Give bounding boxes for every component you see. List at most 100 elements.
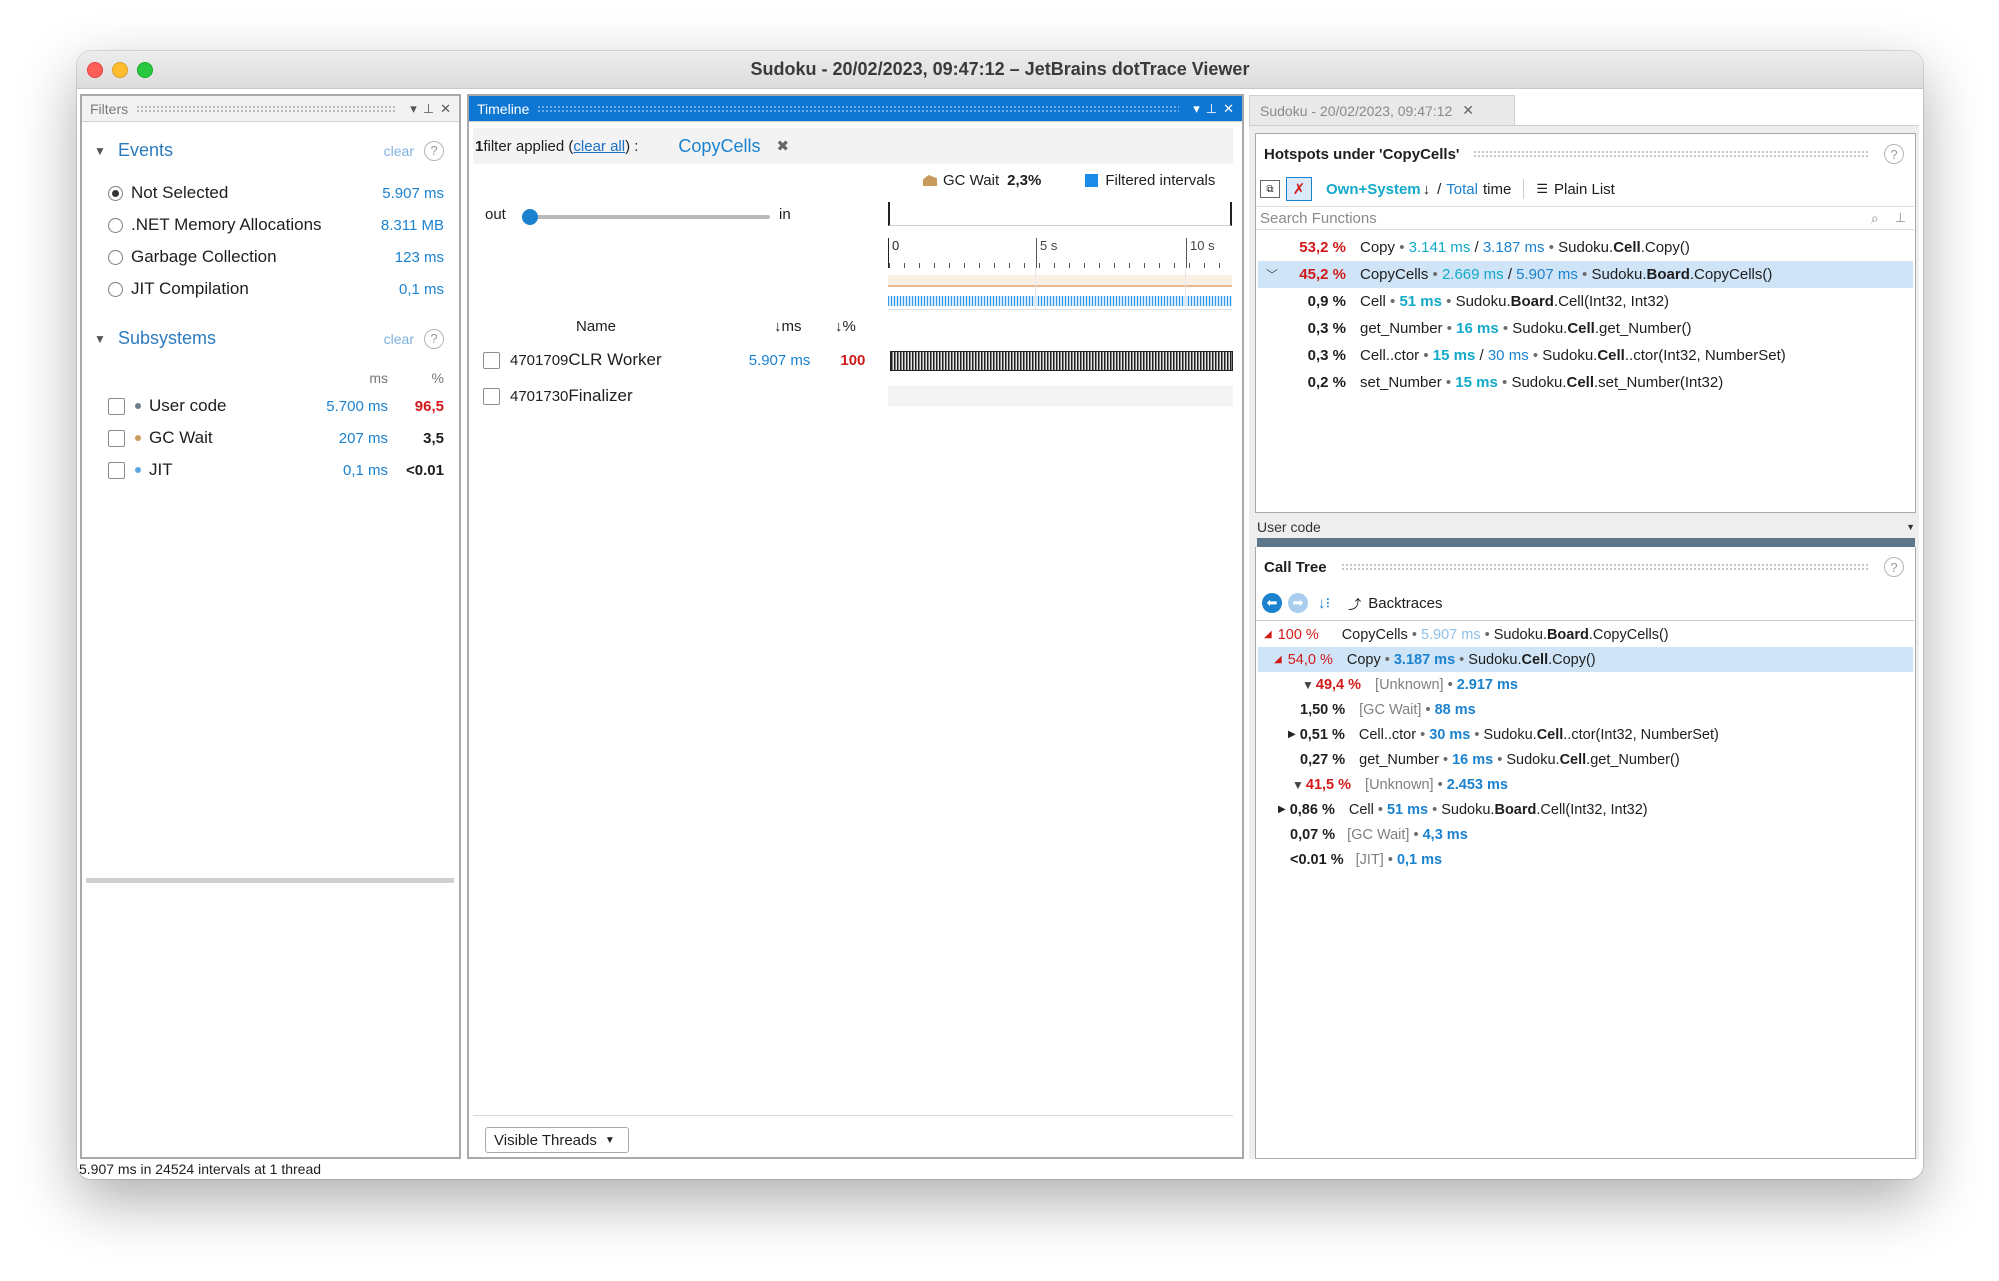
thread-row[interactable]: 4701709 CLR Worker 5.907 ms 100 [483, 346, 1233, 374]
call-tree-row[interactable]: ◢ 100 % CopyCells • 5.907 ms • Sudoku. Bo… [1258, 622, 1913, 647]
call-tree-row-selected[interactable]: ◢ 54,0 % Copy • 3.187 ms • Sudoku. Cell .C… [1258, 647, 1913, 672]
subsystem-row-gc-wait[interactable]: GC Wait 207 ms 3,5 [108, 426, 444, 450]
hotspot-ns: Sudoku. [1591, 266, 1647, 283]
expand-view-icon[interactable]: ⧉ [1260, 180, 1280, 198]
call-tree-row[interactable]: <0.01 % [JIT] • 0,1 ms [1258, 847, 1913, 872]
close-icon[interactable]: ✕ [1223, 101, 1234, 117]
search-functions-input[interactable]: Search Functions ⌕ ⊥ [1256, 206, 1914, 230]
drag-handle[interactable] [1340, 563, 1870, 571]
zoom-slider-thumb[interactable] [522, 209, 538, 225]
event-option-jit[interactable]: JIT Compilation 0,1 ms [108, 277, 444, 301]
help-icon[interactable]: ? [424, 328, 444, 349]
collapse-triangle-icon[interactable]: ▼ [94, 332, 118, 346]
subsystem-pct: 3,5 [423, 429, 444, 447]
plain-list-toggle[interactable]: Plain List [1554, 181, 1615, 198]
help-icon[interactable]: ? [424, 140, 444, 161]
sort-icon[interactable]: ↓⁝ [1318, 594, 1330, 612]
thread-id: 4701709 [510, 351, 569, 369]
chevron-down-icon[interactable]: ﹀ [1266, 266, 1278, 283]
forward-arrow-icon[interactable]: ➡ [1288, 593, 1308, 613]
events-clear-link[interactable]: clear [384, 143, 414, 159]
drag-handle[interactable] [1473, 150, 1870, 158]
subsystem-selector[interactable]: User code ▼ [1257, 517, 1915, 537]
panel-splitter[interactable] [86, 878, 454, 883]
backtraces-button[interactable]: Backtraces [1368, 595, 1442, 612]
plain-list-icon[interactable]: ☰ [1536, 181, 1548, 197]
hotspot-row[interactable]: 53,2 % Copy • 3.141 ms / 3.187 ms • Sudo… [1258, 234, 1913, 261]
thread-checkbox[interactable] [483, 351, 500, 369]
thread-row[interactable]: 4701730 Finalizer [483, 382, 1233, 410]
event-option-not-selected[interactable]: Not Selected 5.907 ms [108, 181, 444, 205]
column-ms: ms [369, 370, 388, 386]
expanded-triangle-icon[interactable]: ◢ [1274, 654, 1282, 665]
hotspot-row[interactable]: 0,3 % Cell..ctor • 15 ms / 30 ms • Sudok… [1258, 342, 1913, 369]
clear-all-link[interactable]: clear all [573, 138, 625, 155]
close-tab-icon[interactable]: ✕ [1462, 102, 1474, 119]
event-label: Garbage Collection [131, 247, 277, 266]
call-tree-row[interactable]: 1,50 % [GC Wait] • 88 ms [1258, 697, 1913, 722]
minimize-window-button[interactable] [112, 62, 128, 78]
backtraces-icon[interactable]: ⤴ [1348, 594, 1361, 613]
subsystem-row-user-code[interactable]: User code 5.700 ms 96,5 [108, 394, 444, 418]
checkbox[interactable] [108, 397, 125, 415]
exclude-toggle-icon[interactable]: ✗ [1286, 177, 1312, 201]
pin-icon[interactable]: ⊥ [423, 101, 434, 117]
own-system-toggle[interactable]: Own+System [1326, 181, 1421, 198]
snapshot-tab[interactable]: Sudoku - 20/02/2023, 09:47:12 ✕ [1249, 95, 1515, 125]
call-tree-row[interactable]: 0,07 % [GC Wait] • 4,3 ms [1258, 822, 1913, 847]
collapse-triangle-icon[interactable]: ▼ [94, 144, 118, 158]
visible-threads-dropdown[interactable]: Visible Threads ▼ [485, 1127, 629, 1153]
hotspot-row[interactable]: 0,9 % Cell • 51 ms • Sudoku. Board .Cell(I… [1258, 288, 1913, 315]
column-name[interactable]: Name [576, 318, 616, 335]
close-icon[interactable]: ✕ [440, 101, 451, 117]
drag-handle[interactable] [136, 104, 397, 113]
radio-selected-icon[interactable] [108, 185, 123, 201]
total-toggle[interactable]: Total [1446, 181, 1478, 198]
expanded-triangle-icon[interactable]: ◢ [1264, 629, 1272, 640]
close-window-button[interactable] [87, 62, 103, 78]
search-icon[interactable]: ⌕ [1871, 210, 1879, 227]
drag-handle[interactable] [537, 104, 1180, 113]
radio-icon[interactable] [108, 249, 123, 265]
call-tree-row[interactable]: 0,27 % get_Number • 16 ms • Sudoku. Cell.… [1258, 747, 1913, 772]
column-ms[interactable]: ↓ms [774, 318, 802, 335]
zoom-slider[interactable] [522, 209, 770, 225]
subsystems-clear-link[interactable]: clear [384, 331, 414, 347]
zoom-window-button[interactable] [137, 62, 153, 78]
thread-checkbox[interactable] [483, 387, 500, 405]
column-pct[interactable]: ↓% [835, 318, 856, 335]
call-tree-row[interactable]: ▶ 0,51 % Cell..ctor • 30 ms • Sudoku. Cel… [1258, 722, 1913, 747]
hotspot-row[interactable]: 0,2 % set_Number • 15 ms • Sudoku. Cell .s… [1258, 369, 1913, 396]
call-ns: Sudoku. [1493, 626, 1547, 643]
event-option-memory[interactable]: .NET Memory Allocations 8.311 MB [108, 213, 444, 237]
help-icon[interactable]: ? [1884, 144, 1904, 164]
collapsed-triangle-icon[interactable]: ▶ [1288, 729, 1296, 740]
legend-filtered-label: Filtered intervals [1105, 172, 1216, 189]
hotspot-ns: Sudoku. [1542, 347, 1598, 364]
call-tree-row[interactable]: ▼ 49,4 % [Unknown] • 2.917 ms [1258, 672, 1913, 697]
chevron-down-icon[interactable]: ▾ [1193, 101, 1200, 117]
filter-chip[interactable]: CopyCells [678, 136, 760, 157]
checkbox[interactable] [108, 429, 125, 447]
radio-icon[interactable] [108, 217, 123, 233]
call-tree-row[interactable]: ▶ 0,86 % Cell • 51 ms • Sudoku. Board .Cel… [1258, 797, 1913, 822]
call-method: .Cell(Int32, Int32) [1536, 801, 1648, 818]
events-section-header[interactable]: ▼ Events clear ? [94, 140, 444, 161]
subsystem-row-jit[interactable]: JIT 0,1 ms <0.01 [108, 458, 444, 482]
pin-icon[interactable]: ⊥ [1206, 101, 1217, 117]
call-tree-row[interactable]: ▼ 41,5 % [Unknown] • 2.453 ms [1258, 772, 1913, 797]
thread-activity-bar [890, 351, 1233, 371]
overview-scrollbar[interactable] [888, 202, 1232, 226]
subsystems-section-header[interactable]: ▼ Subsystems clear ? [94, 328, 444, 349]
pin-icon[interactable]: ⊥ [1895, 210, 1906, 226]
radio-icon[interactable] [108, 281, 123, 297]
hotspot-row[interactable]: 0,3 % get_Number • 16 ms • Sudoku. Cell .g… [1258, 315, 1913, 342]
checkbox[interactable] [108, 461, 125, 479]
collapsed-triangle-icon[interactable]: ▶ [1278, 804, 1286, 815]
back-arrow-icon[interactable]: ⬅ [1262, 593, 1282, 613]
hotspot-row-selected[interactable]: ﹀ 45,2 % CopyCells • 2.669 ms / 5.907 ms… [1258, 261, 1913, 288]
help-icon[interactable]: ? [1884, 557, 1904, 577]
chevron-down-icon[interactable]: ▾ [410, 101, 417, 117]
remove-filter-icon[interactable]: ✖ [776, 137, 789, 155]
event-option-gc[interactable]: Garbage Collection 123 ms [108, 245, 444, 269]
